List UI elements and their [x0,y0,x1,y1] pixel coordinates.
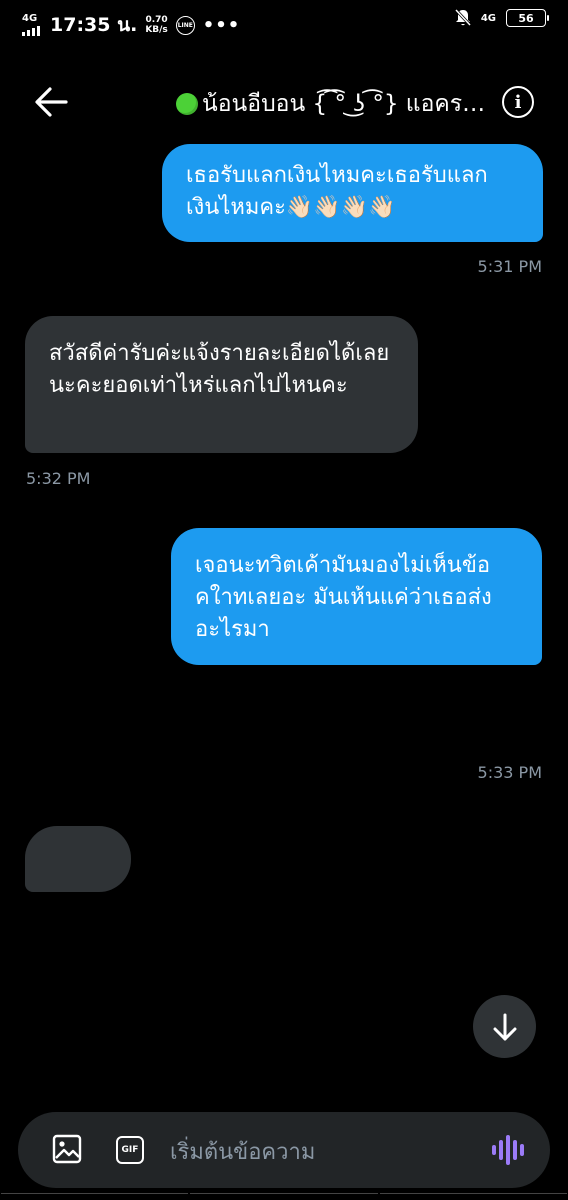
conversation-title[interactable]: น้อนอีบอน {͡ ͡° ͜ʖ ͡°} แอครองครอง [176,84,494,124]
message-timestamp: 5:33 PM [477,763,542,782]
notifications-off-icon [454,9,471,27]
conversation-header: น้อนอีบอน {͡ ͡° ͜ʖ ͡°} แอครองครอง i [0,70,568,134]
message-timestamp: 5:31 PM [477,257,542,276]
conversation-info-button[interactable]: i [502,86,534,118]
battery-icon: 56 [506,9,549,27]
status-bar: 4G 17:35 น. 0.70 KB/s LINE ••• 4G 56 [0,0,568,44]
gif-label: GIF [121,1145,139,1155]
message-bubble-sent[interactable]: เธอรับแลกเงินไหมคะเธอรับแลกเงินไหมคะ👋🏻👋🏻… [162,144,543,242]
message-bubble-sent[interactable]: เจอนะทวิตเค้ามันมองไม่เห็นข้อคใาทเลยอะ ม… [171,528,542,665]
scroll-to-bottom-button[interactable] [473,995,536,1058]
system-nav-bar [0,1193,568,1200]
image-icon [52,1134,82,1164]
battery-level: 56 [518,11,534,25]
contact-name: น้อนอีบอน {͡ ͡° ͜ʖ ͡°} แอครองครอง [202,91,494,117]
add-photo-button[interactable] [52,1134,82,1164]
line-app-icon: LINE [175,15,195,35]
green-circle-emoji [176,93,198,115]
add-gif-button[interactable]: GIF [116,1136,144,1164]
arrow-left-icon [35,87,68,117]
arrow-down-icon [493,1013,516,1040]
message-timestamp: 5:32 PM [26,469,91,488]
clock: 17:35 น. [50,14,138,36]
voice-wave-icon [492,1135,524,1165]
network-signal-icon: 4G [22,14,42,36]
voice-message-button[interactable] [492,1134,526,1166]
info-icon: i [514,91,522,113]
network-type-label: 4G [480,12,496,24]
message-bubble-received-loading[interactable] [25,826,131,892]
back-button[interactable] [30,84,70,120]
network-speed: 0.70 KB/s [145,15,168,35]
message-bubble-received[interactable]: สวัสดีค่ารับค่ะแจ้งรายละเอียดได้เลยนะคะย… [25,316,418,453]
message-input[interactable] [168,1132,472,1172]
more-notifications-icon: ••• [202,14,241,36]
message-composer: GIF [18,1112,550,1188]
